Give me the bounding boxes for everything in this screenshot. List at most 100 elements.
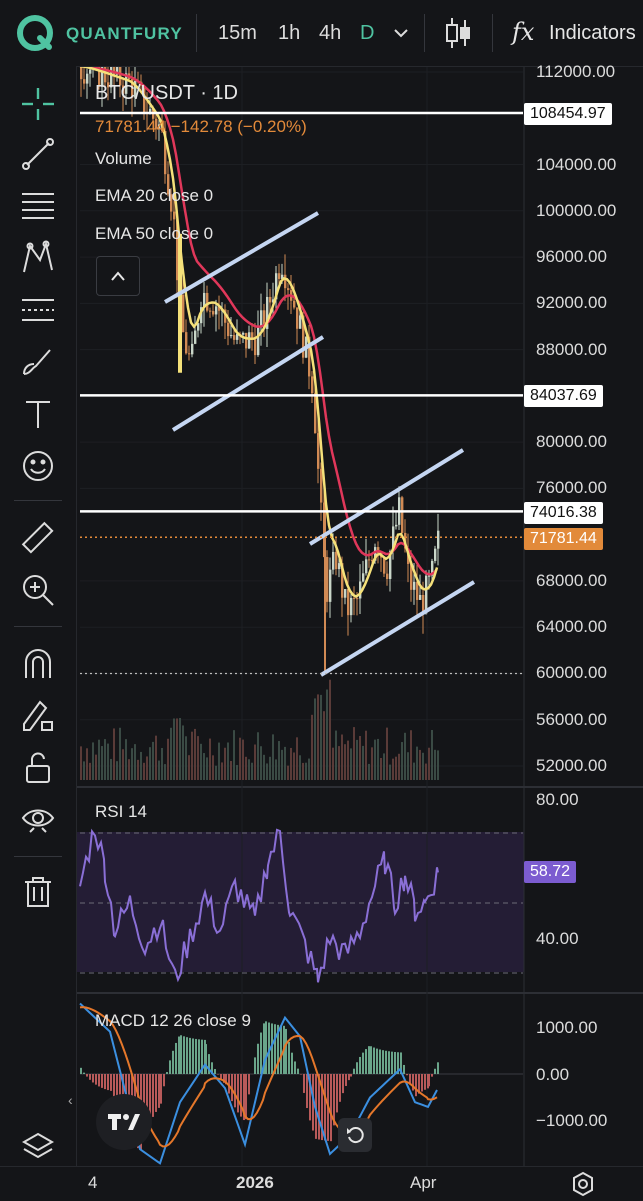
candle-body bbox=[383, 558, 385, 574]
emoji-tool[interactable] bbox=[18, 446, 58, 486]
text-tool[interactable] bbox=[18, 394, 58, 434]
volume-bar bbox=[110, 759, 112, 780]
volume-bar bbox=[335, 731, 337, 780]
volume-bar bbox=[119, 728, 121, 780]
macd-tick: −1000.00 bbox=[536, 1111, 607, 1131]
candle-body bbox=[416, 582, 418, 600]
time-axis[interactable]: 4 2026 Apr bbox=[0, 1166, 643, 1201]
volume-bar bbox=[431, 730, 433, 780]
volume-bar bbox=[302, 763, 304, 780]
macd-histogram-bar bbox=[368, 1046, 370, 1074]
timeframe-d[interactable]: D bbox=[360, 22, 374, 45]
volume-bar bbox=[203, 753, 205, 780]
candle-body bbox=[206, 293, 208, 311]
volume-bar bbox=[368, 764, 370, 780]
macd-histogram-bar bbox=[166, 1072, 168, 1074]
timeframe-15m[interactable]: 15m bbox=[218, 22, 257, 45]
sidebar-divider bbox=[14, 856, 62, 857]
macd-histogram-bar bbox=[217, 1074, 219, 1075]
candle-body bbox=[353, 598, 355, 599]
candle-body bbox=[212, 311, 214, 314]
candle-body bbox=[191, 344, 193, 354]
price-tick: 68000.00 bbox=[536, 571, 607, 591]
channel-tool[interactable] bbox=[18, 290, 58, 330]
fib-tool[interactable] bbox=[18, 186, 58, 226]
fx-icon[interactable]: fx bbox=[512, 18, 534, 46]
volume-bar bbox=[122, 749, 124, 780]
volume-bar bbox=[227, 743, 229, 780]
volume-bar bbox=[293, 752, 295, 780]
volume-bar bbox=[131, 748, 133, 780]
volume-bar bbox=[92, 742, 94, 780]
volume-bar bbox=[287, 766, 289, 780]
macd-histogram-bar bbox=[403, 1065, 405, 1074]
replay-button[interactable] bbox=[338, 1118, 372, 1152]
volume-bar bbox=[257, 732, 259, 780]
ruler-tool[interactable] bbox=[18, 518, 58, 558]
crosshair-tool[interactable] bbox=[18, 84, 58, 124]
indicators-button[interactable]: Indicators bbox=[549, 22, 636, 45]
volume-bar bbox=[182, 725, 184, 780]
volume-bar bbox=[218, 743, 220, 780]
volume-bar bbox=[251, 763, 253, 780]
lock-drawing-tool[interactable] bbox=[18, 696, 58, 736]
trash-tool[interactable] bbox=[18, 872, 58, 912]
emoji-icon bbox=[20, 448, 56, 484]
visibility-tool[interactable] bbox=[18, 800, 58, 840]
volume-bar bbox=[401, 742, 403, 780]
timeframe-4h[interactable]: 4h bbox=[319, 22, 341, 45]
volume-bar bbox=[383, 753, 385, 780]
toolbar-divider bbox=[492, 14, 493, 52]
macd-histogram-bar bbox=[192, 1038, 194, 1074]
macd-histogram-bar bbox=[350, 1074, 352, 1077]
candle-body bbox=[419, 595, 421, 600]
timeframe-1h[interactable]: 1h bbox=[278, 22, 300, 45]
trend-line-icon bbox=[20, 136, 56, 172]
price-tick: 104000.00 bbox=[536, 155, 616, 175]
chevron-down-icon[interactable] bbox=[392, 26, 410, 40]
rsi-tick: 40.00 bbox=[536, 929, 579, 949]
volume-bar bbox=[350, 748, 352, 780]
macd-histogram-bar bbox=[373, 1048, 375, 1074]
candle-body bbox=[257, 326, 259, 355]
candle-body bbox=[401, 497, 403, 533]
collapse-chevron-icon[interactable]: ‹ bbox=[68, 1092, 73, 1108]
macd-histogram-bar bbox=[388, 1051, 390, 1074]
price-tick: 64000.00 bbox=[536, 617, 607, 637]
candle-body bbox=[182, 295, 184, 332]
candle-body bbox=[395, 525, 397, 527]
macd-histogram-bar bbox=[183, 1036, 185, 1074]
brush-tool[interactable] bbox=[18, 342, 58, 382]
zoom-in-tool[interactable] bbox=[18, 570, 58, 610]
price-tick: 80000.00 bbox=[536, 432, 607, 452]
macd-title: MACD 12 26 close 9 bbox=[95, 1011, 251, 1031]
unlock-tool[interactable] bbox=[18, 748, 58, 788]
macd-histogram-bar bbox=[180, 1035, 182, 1074]
trash-icon bbox=[20, 874, 56, 910]
volume-bar bbox=[263, 755, 265, 780]
channel-icon bbox=[20, 292, 56, 328]
candle-body bbox=[299, 315, 301, 328]
macd-histogram-bar bbox=[260, 1033, 262, 1074]
pattern-tool[interactable] bbox=[18, 238, 58, 278]
macd-histogram-bar bbox=[421, 1074, 423, 1092]
level-label: 84037.69 bbox=[524, 385, 603, 407]
macd-histogram-bar bbox=[294, 1061, 296, 1074]
layers-tool[interactable] bbox=[18, 1128, 58, 1168]
volume-bar bbox=[269, 757, 271, 780]
settings-icon[interactable] bbox=[570, 1171, 596, 1197]
volume-bar bbox=[224, 748, 226, 780]
price-tick: 88000.00 bbox=[536, 340, 607, 360]
fib-icon bbox=[20, 188, 56, 224]
rsi-title: RSI 14 bbox=[95, 802, 147, 822]
collapse-legend-button[interactable] bbox=[96, 256, 140, 296]
trend-line-tool[interactable] bbox=[18, 134, 58, 174]
rsi-tick: 80.00 bbox=[536, 790, 579, 810]
magnet-tool[interactable] bbox=[18, 644, 58, 684]
chevron-up-icon bbox=[109, 270, 127, 282]
macd-histogram-bar bbox=[172, 1051, 174, 1074]
candles-icon[interactable] bbox=[444, 16, 472, 50]
macd-histogram-bar bbox=[175, 1043, 177, 1074]
candle-body bbox=[185, 332, 187, 353]
macd-histogram-bar bbox=[288, 1042, 290, 1074]
